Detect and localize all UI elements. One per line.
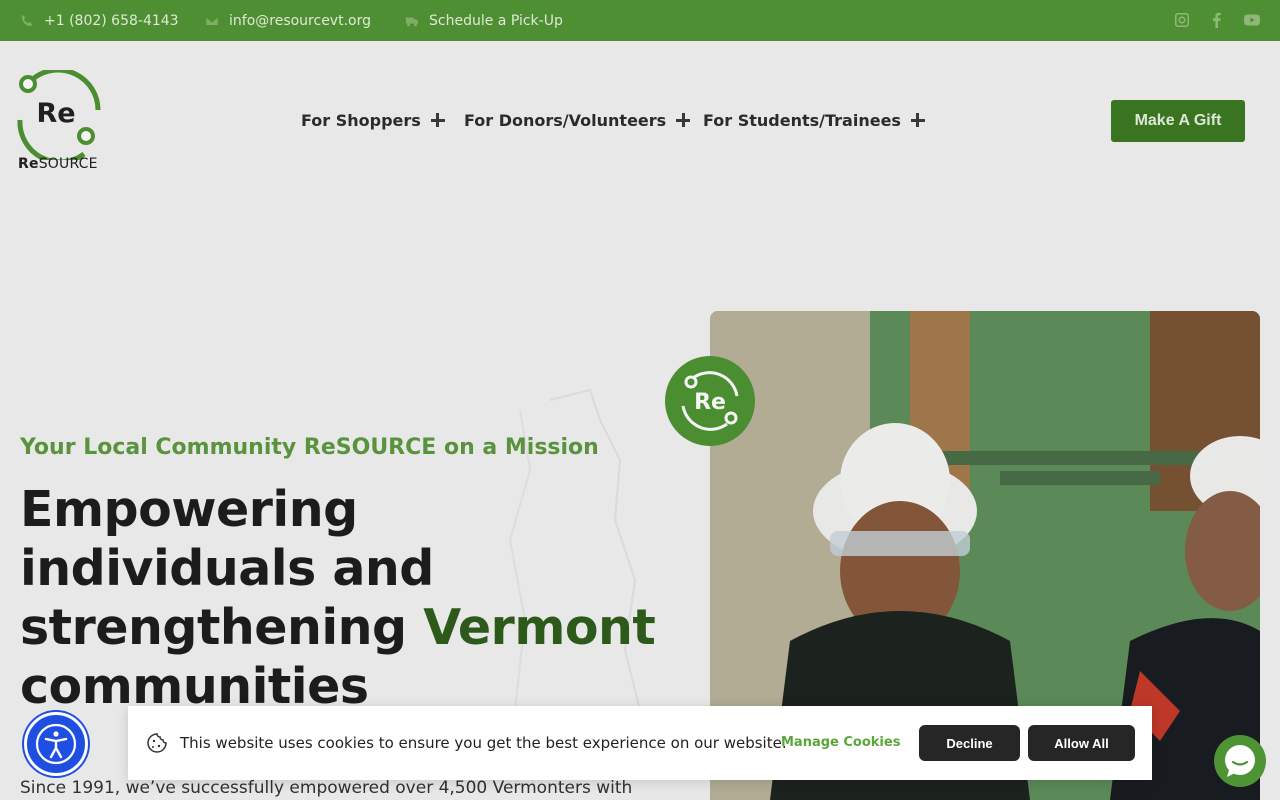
plus-icon	[910, 113, 925, 127]
email-link[interactable]: info@resourcevt.org	[205, 0, 371, 41]
site-logo[interactable]: Re ReSOURCE	[14, 67, 104, 178]
manage-cookies-link[interactable]: Manage Cookies	[781, 735, 900, 750]
nav-for-shoppers[interactable]: For Shoppers	[301, 108, 445, 132]
nav-for-students-trainees[interactable]: For Students/Trainees	[703, 108, 925, 132]
plus-icon	[430, 113, 445, 127]
nav-label: For Donors/Volunteers	[464, 110, 667, 130]
logo-wordmark: ReSOURCE	[18, 156, 98, 172]
decline-button[interactable]: Decline	[919, 725, 1020, 761]
logo-mark: Re	[17, 67, 101, 165]
accessibility-icon	[35, 723, 77, 765]
hero-eyebrow: Your Local Community ReSOURCE on a Missi…	[20, 435, 599, 460]
cookie-message: This website uses cookies to ensure you …	[180, 734, 787, 752]
svg-text:Re: Re	[36, 98, 75, 129]
hero-headline: Empowering individuals and strengthening…	[20, 481, 656, 715]
phone-text: +1 (802) 658-4143	[44, 12, 179, 29]
plus-icon	[676, 113, 691, 127]
make-a-gift-button[interactable]: Make A Gift	[1111, 100, 1245, 142]
svg-text:Re: Re	[694, 390, 726, 415]
hero-subtext: Since 1991, we’ve successfully empowered…	[20, 778, 633, 798]
instagram-icon[interactable]	[1174, 12, 1190, 28]
phone-link[interactable]: +1 (802) 658-4143	[20, 0, 179, 41]
facebook-icon[interactable]	[1209, 12, 1225, 28]
top-bar: +1 (802) 658-4143 info@resourcevt.org Sc…	[0, 0, 1280, 41]
cookie-banner: This website uses cookies to ensure you …	[128, 706, 1152, 780]
pickup-link[interactable]: Schedule a Pick-Up	[405, 0, 563, 41]
cookie-icon	[147, 733, 167, 753]
nav-for-donors-volunteers[interactable]: For Donors/Volunteers	[464, 108, 691, 132]
youtube-icon[interactable]	[1244, 12, 1260, 28]
chat-button[interactable]	[1214, 735, 1266, 787]
nav-label: For Students/Trainees	[703, 110, 901, 130]
re-badge: Re	[665, 356, 755, 446]
pickup-text: Schedule a Pick-Up	[429, 12, 563, 29]
accessibility-button[interactable]	[24, 712, 88, 776]
envelope-icon	[205, 15, 219, 26]
email-text: info@resourcevt.org	[229, 12, 371, 29]
phone-icon	[21, 14, 33, 26]
allow-all-button[interactable]: Allow All	[1028, 725, 1135, 761]
chat-bubble-icon	[1225, 745, 1255, 777]
nav-label: For Shoppers	[301, 110, 421, 130]
truck-icon	[405, 17, 419, 26]
